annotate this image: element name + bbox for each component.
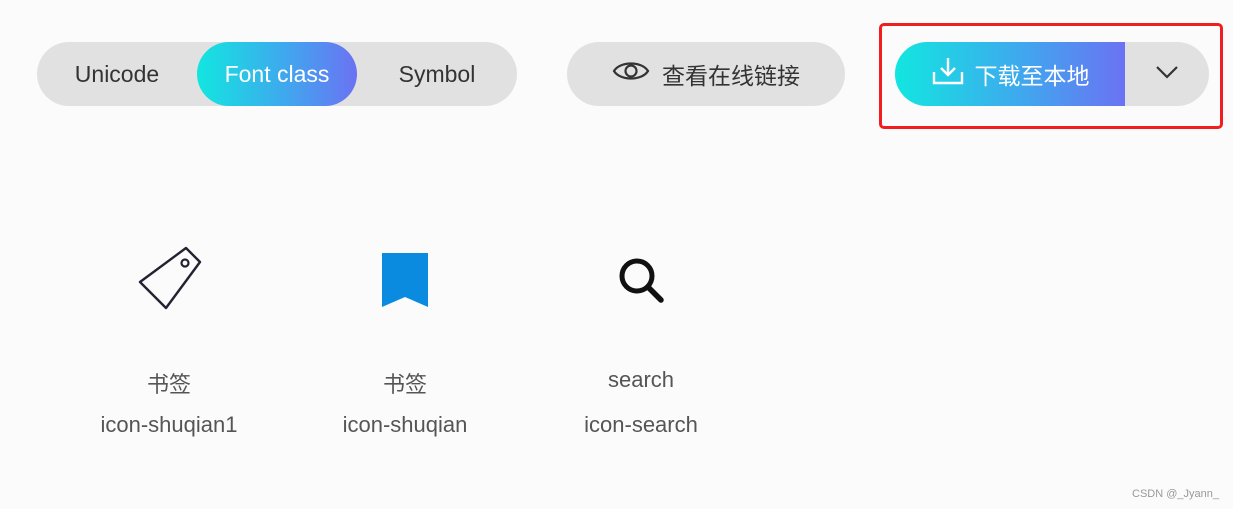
download-button-group: 下载至本地 <box>895 42 1209 106</box>
icon-card[interactable]: 书签 icon-shuqian <box>305 230 505 460</box>
search-icon <box>541 230 741 330</box>
tab-unicode[interactable]: Unicode <box>37 42 197 106</box>
tag-icon <box>69 230 269 330</box>
tab-symbol[interactable]: Symbol <box>357 42 517 106</box>
icon-class-name: icon-shuqian1 <box>100 412 238 437</box>
tab-font-class[interactable]: Font class <box>197 42 357 106</box>
icon-name: 书签 <box>382 372 427 397</box>
chevron-down-icon <box>1155 65 1179 84</box>
download-local-button[interactable]: 下载至本地 <box>895 42 1125 106</box>
icon-name: 书签 <box>146 372 191 397</box>
icon-card[interactable]: 书签 icon-shuqian1 <box>69 230 269 460</box>
icon-card[interactable]: search icon-search <box>541 230 741 460</box>
watermark-text: CSDN @_Jyann_ <box>1132 488 1219 500</box>
display-mode-tabs: Unicode Font class Symbol <box>37 42 517 106</box>
view-online-link-label: 查看在线链接 <box>662 63 800 89</box>
icon-class-name: icon-search <box>584 412 698 437</box>
download-icon <box>931 56 965 92</box>
download-options-dropdown[interactable] <box>1125 42 1209 106</box>
download-local-label: 下载至本地 <box>974 63 1090 89</box>
view-online-link-button[interactable]: 查看在线链接 <box>567 42 845 106</box>
icon-class-name: icon-shuqian <box>342 412 468 437</box>
bookmark-icon <box>305 230 505 330</box>
eye-icon <box>612 58 650 90</box>
icon-name: search <box>607 367 675 392</box>
